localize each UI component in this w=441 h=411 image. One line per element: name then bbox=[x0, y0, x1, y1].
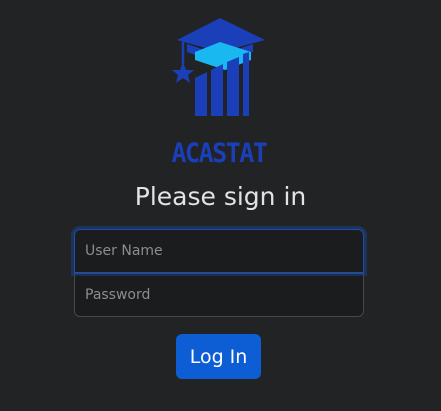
login-form bbox=[74, 229, 364, 317]
page-title: Please sign in bbox=[134, 182, 307, 211]
brand-name: ACASTAT bbox=[171, 138, 267, 169]
brand-logo: ACASTAT bbox=[163, 14, 275, 169]
login-button[interactable]: Log In bbox=[176, 334, 261, 379]
username-input[interactable] bbox=[74, 229, 364, 273]
login-page: ACASTAT Please sign in Log In bbox=[0, 0, 441, 411]
password-input[interactable] bbox=[74, 273, 364, 317]
graduation-cap-bar-chart-star-icon bbox=[172, 18, 265, 116]
